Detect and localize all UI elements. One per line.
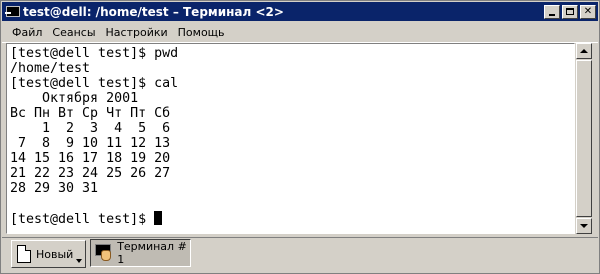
text-cursor	[154, 211, 163, 225]
terminal-line: Октября 2001	[10, 91, 139, 106]
new-session-label: Новый	[36, 247, 74, 261]
close-icon: ✕	[583, 5, 593, 17]
terminal-text: [test@dell test]$ pwd /home/test [test@d…	[10, 46, 178, 227]
maximize-icon	[566, 8, 574, 15]
new-document-icon	[17, 245, 31, 263]
new-session-button[interactable]: Новый	[11, 240, 86, 268]
scroll-up-button[interactable]	[576, 43, 592, 59]
menu-settings[interactable]: Настройки	[100, 26, 172, 39]
maximize-button[interactable]	[562, 4, 578, 19]
terminal-app-icon[interactable]	[5, 5, 21, 19]
menu-file[interactable]: Файл	[2, 26, 46, 39]
menu-bar: Файл Сеансы Настройки Помощь	[2, 22, 598, 43]
session-tab-bar: Новый Терминал # 1	[2, 237, 598, 272]
minimize-button[interactable]	[544, 4, 560, 19]
terminal-output-area[interactable]: [test@dell test]$ pwd /home/test [test@d…	[6, 43, 575, 234]
title-bar[interactable]: test@dell: /home/test – Терминал <2> ✕	[2, 2, 598, 21]
terminal-line: Вс Пн Вт Ср Чт Пт Сб	[10, 106, 171, 121]
scrollbar-thumb[interactable]	[576, 60, 592, 217]
session-tab-terminal-1[interactable]: Терминал # 1	[90, 239, 191, 267]
terminal-session-icon	[95, 244, 113, 262]
arrow-up-icon	[580, 49, 588, 53]
terminal-window: test@dell: /home/test – Терминал <2> ✕ Ф…	[0, 0, 600, 274]
session-tab-label: Терминал # 1	[117, 240, 187, 266]
terminal-line: 28 29 30 31	[10, 181, 99, 196]
terminal-line: 21 22 23 24 25 26 27	[10, 166, 171, 181]
minimize-icon	[549, 13, 555, 16]
terminal-line: [test@dell test]$ pwd	[10, 46, 179, 61]
window-controls: ✕	[544, 4, 596, 19]
dropdown-arrow-icon[interactable]	[76, 259, 82, 263]
window-title: test@dell: /home/test – Терминал <2>	[23, 4, 284, 19]
terminal-line: 14 15 16 17 18 19 20	[10, 151, 171, 166]
terminal-line: /home/test	[10, 61, 91, 76]
menu-help[interactable]: Помощь	[172, 26, 229, 39]
terminal-line: 1 2 3 4 5 6	[10, 121, 171, 136]
terminal-line: 7 8 9 10 11 12 13	[10, 136, 171, 151]
menu-sessions[interactable]: Сеансы	[46, 26, 99, 39]
arrow-down-icon	[580, 224, 588, 228]
vertical-scrollbar[interactable]	[576, 43, 592, 234]
terminal-line: [test@dell test]$ cal	[10, 76, 179, 91]
terminal-prompt: [test@dell test]$	[10, 212, 155, 227]
scroll-down-button[interactable]	[576, 218, 592, 234]
close-button[interactable]: ✕	[580, 4, 596, 19]
